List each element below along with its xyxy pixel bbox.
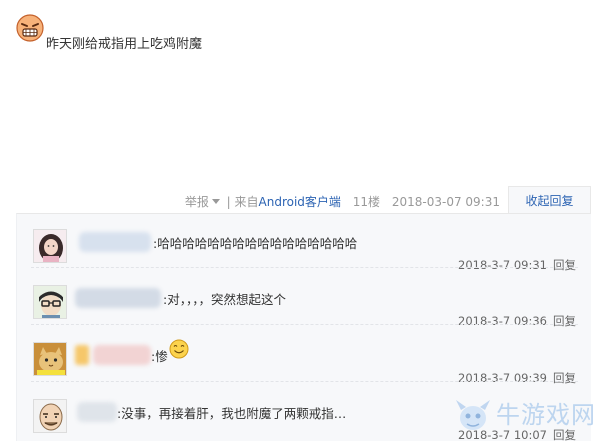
avatar[interactable] (33, 399, 67, 433)
reply-text: :惨 (151, 349, 168, 364)
reply-time: 2018-3-7 09:39 (458, 371, 547, 385)
username-blurred[interactable] (75, 288, 161, 308)
divider (31, 381, 578, 382)
reply-link[interactable]: 回复 (553, 314, 576, 328)
reply-text: :对，，，，突然想起这个 (163, 292, 286, 307)
username-blurred[interactable] (93, 345, 151, 365)
watermark: 牛游戏网 (452, 392, 593, 441)
divider (31, 267, 578, 268)
post-meta-row: 举报 | 来自Android客户端 11楼 2018-03-07 09:31 收… (0, 186, 593, 214)
list-item: :对，，，，突然想起这个 2018-3-7 09:36 回复 (17, 267, 592, 328)
glasses-boy-avatar-icon (34, 286, 66, 318)
reply-link[interactable]: 回复 (553, 371, 576, 385)
reply-text: :没事，再接着肝，我也附魔了两颗戒指… (117, 406, 347, 421)
list-item: :惨 2018-3-7 09:39 回复 (17, 324, 592, 385)
reply-time: 2018-3-7 09:36 (458, 314, 547, 328)
username-blurred[interactable] (79, 232, 151, 252)
reply-text: :哈哈哈哈哈哈哈哈哈哈哈哈哈哈哈哈 (153, 236, 358, 251)
vip-badge-icon (75, 345, 89, 365)
mascot-logo-icon (456, 400, 490, 430)
from-prefix: | 来自 (226, 195, 259, 209)
bald-cartoon-avatar-icon (34, 400, 66, 432)
floor-number: 11楼 (352, 195, 381, 209)
list-item: :哈哈哈哈哈哈哈哈哈哈哈哈哈哈哈哈 2018-3-7 09:31 回复 (17, 214, 592, 272)
post-date: 2018-03-07 09:31 (391, 195, 500, 209)
username-blurred[interactable] (77, 402, 117, 422)
grinning-mad-face-icon (16, 14, 44, 42)
client-link[interactable]: Android客户端 (259, 195, 341, 209)
report-link[interactable]: 举报 (185, 195, 209, 209)
watermark-text: 牛游戏网 (496, 401, 593, 429)
avatar[interactable] (33, 229, 67, 263)
smile-face-icon (169, 339, 189, 359)
avatar[interactable] (33, 342, 67, 376)
caret-down-icon[interactable] (211, 199, 220, 204)
avatar[interactable] (33, 285, 67, 319)
post-content: 昨天刚给戒指用上吃鸡附魔 (46, 37, 203, 52)
cat-photo-avatar-icon (34, 343, 66, 375)
divider (31, 324, 578, 325)
collapse-replies-button[interactable]: 收起回复 (508, 186, 591, 214)
girl-avatar-icon (34, 230, 66, 262)
post-meta: 举报 | 来自Android客户端 11楼 2018-03-07 09:31 (185, 193, 500, 210)
